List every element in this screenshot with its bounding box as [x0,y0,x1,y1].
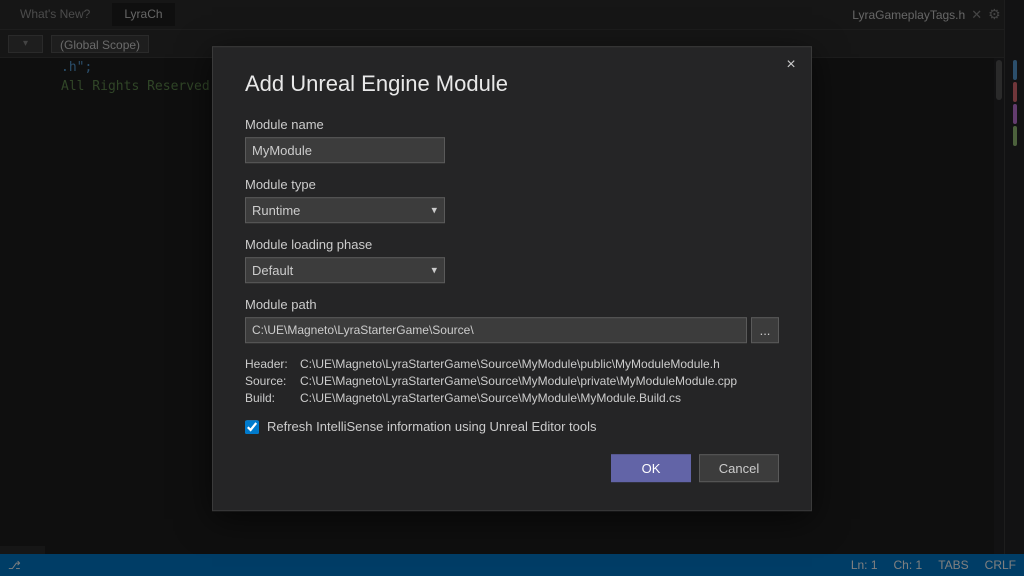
module-loading-phase-label: Module loading phase [245,237,779,252]
intellisense-checkbox[interactable] [245,420,259,434]
source-file-row: Source: C:\UE\Magneto\LyraStarterGame\So… [245,374,779,388]
header-file-row: Header: C:\UE\Magneto\LyraStarterGame\So… [245,357,779,371]
module-path-row: ... [245,317,779,343]
module-type-select[interactable]: Runtime Editor Developer ThirdParty [245,197,445,223]
module-name-input[interactable] [245,137,445,163]
intellisense-checkbox-label: Refresh IntelliSense information using U… [267,419,597,434]
module-loading-phase-select-wrapper: Default PreDefault PostDefault PostConfi… [245,257,445,283]
module-path-group: Module path ... [245,297,779,343]
file-info-section: Header: C:\UE\Magneto\LyraStarterGame\So… [245,357,779,405]
module-type-group: Module type Runtime Editor Developer Thi… [245,177,779,223]
source-label: Source: [245,374,300,388]
module-path-label: Module path [245,297,779,312]
modal-footer: OK Cancel [245,454,779,482]
intellisense-checkbox-row: Refresh IntelliSense information using U… [245,419,779,434]
module-type-label: Module type [245,177,779,192]
build-label: Build: [245,391,300,405]
header-label: Header: [245,357,300,371]
module-name-label: Module name [245,117,779,132]
cancel-button[interactable]: Cancel [699,454,779,482]
modal-close-button[interactable]: × [781,55,801,75]
add-module-dialog: × Add Unreal Engine Module Module name M… [212,46,812,511]
module-path-input[interactable] [245,317,747,343]
module-type-select-wrapper: Runtime Editor Developer ThirdParty [245,197,445,223]
build-path: C:\UE\Magneto\LyraStarterGame\Source\MyM… [300,391,681,405]
source-path: C:\UE\Magneto\LyraStarterGame\Source\MyM… [300,374,737,388]
modal-title: Add Unreal Engine Module [245,71,779,97]
browse-button[interactable]: ... [751,317,779,343]
module-loading-phase-select[interactable]: Default PreDefault PostDefault PostConfi… [245,257,445,283]
build-file-row: Build: C:\UE\Magneto\LyraStarterGame\Sou… [245,391,779,405]
ok-button[interactable]: OK [611,454,691,482]
module-name-group: Module name [245,117,779,163]
module-loading-phase-group: Module loading phase Default PreDefault … [245,237,779,283]
header-path: C:\UE\Magneto\LyraStarterGame\Source\MyM… [300,357,720,371]
